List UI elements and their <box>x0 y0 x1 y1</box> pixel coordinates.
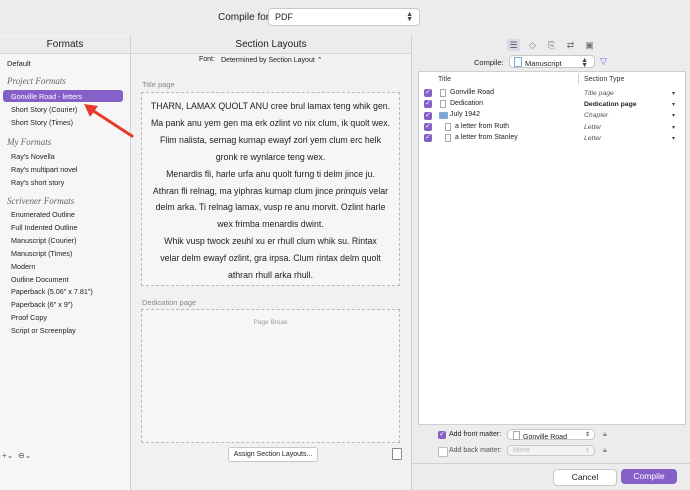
row-title[interactable]: July 1942 <box>450 111 480 118</box>
tag-tab-icon[interactable]: ◇ <box>526 39 539 51</box>
format-item[interactable]: Enumerated Outline <box>11 210 75 219</box>
format-item[interactable]: Modern <box>11 262 35 271</box>
page-icon <box>445 123 451 131</box>
lock-icon[interactable]: 🔒︎ <box>603 431 607 439</box>
format-item[interactable]: Ray's multipart novel <box>11 165 77 174</box>
page-icon <box>440 100 446 108</box>
chevron-down-icon[interactable]: ▾ <box>672 112 675 119</box>
title-page-label: Title page <box>142 80 175 89</box>
front-matter-checkbox[interactable]: ✓ <box>438 431 446 439</box>
chevron-down-icon[interactable]: ▾ <box>672 124 675 131</box>
include-checkbox[interactable]: ✓ <box>424 134 432 142</box>
manuscript-icon <box>514 57 522 67</box>
format-item[interactable]: Manuscript (Courier) <box>11 236 77 245</box>
back-matter-select[interactable]: None ⇕ <box>507 445 595 456</box>
compile-button[interactable]: Compile <box>621 469 677 484</box>
format-item[interactable]: Manuscript (Times) <box>11 249 72 258</box>
row-section-type[interactable]: Letter <box>584 135 601 142</box>
group-project-formats: Project Formats <box>7 76 66 86</box>
include-checkbox[interactable]: ✓ <box>424 112 432 120</box>
page-break-marker: Page Break <box>253 319 288 326</box>
front-matter-label: Add front matter: <box>449 431 502 438</box>
section-layouts-heading: Section Layouts <box>131 37 411 54</box>
col-section-type: Section Type <box>584 76 625 83</box>
title-page-text: THARN, LAMAX QUOLT ANU cree brul lamax t… <box>150 101 391 281</box>
include-checkbox[interactable]: ✓ <box>424 89 432 97</box>
footer-divider <box>412 463 690 464</box>
font-label: Font: <box>199 56 215 63</box>
back-matter-label: Add back matter: <box>449 447 502 454</box>
format-item[interactable]: Ray's Novella <box>11 152 55 161</box>
updown-chevron-icon: ⇕ <box>584 448 590 454</box>
format-item[interactable]: Short Story (Courier) <box>11 105 77 114</box>
row-title[interactable]: Gonville Road <box>450 89 494 96</box>
row-section-type[interactable]: Dedication page <box>584 101 637 108</box>
contents-tab-icon[interactable]: ☰ <box>507 39 520 51</box>
format-item[interactable]: Short Story (Times) <box>11 118 73 127</box>
filter-icon[interactable]: ▽ <box>600 56 607 67</box>
include-checkbox[interactable]: ✓ <box>424 123 432 131</box>
compile-for-label: Compile for: <box>218 12 272 23</box>
document-icon[interactable] <box>392 448 402 460</box>
format-item[interactable]: Ray's short story <box>11 178 64 187</box>
chevron-down-icon[interactable]: ▾ <box>672 90 675 97</box>
compile-label: Compile: <box>474 58 504 67</box>
front-matter-select[interactable]: Gonville Road ⇕ <box>507 429 595 441</box>
formats-heading: Formats <box>0 37 130 54</box>
more-options-icon[interactable]: ⊖⌄ <box>18 451 31 460</box>
group-scrivener-formats: Scrivener Formats <box>7 196 75 206</box>
dedication-page-label: Dedication page <box>142 298 197 307</box>
metadata-tab-icon[interactable]: ⎘ <box>545 39 558 51</box>
compile-group-select[interactable]: Manuscript ▲ ▼ <box>509 55 595 69</box>
updown-chevron-icon: ⇕ <box>584 432 590 438</box>
format-item[interactable]: Proof Copy <box>11 313 47 322</box>
row-title[interactable]: a letter from Ruth <box>455 123 509 130</box>
format-default[interactable]: Default <box>7 59 31 68</box>
row-section-type[interactable]: Title page <box>584 90 614 97</box>
col-title: Title <box>438 76 451 83</box>
folder-icon <box>439 112 448 119</box>
annotation-arrow <box>84 104 134 138</box>
compile-for-value: PDF <box>275 12 293 22</box>
group-my-formats: My Formats <box>7 137 52 147</box>
dedication-page-preview[interactable] <box>141 309 400 443</box>
row-section-type[interactable]: Letter <box>584 124 601 131</box>
lock-icon[interactable]: 🔒︎ <box>603 447 607 455</box>
back-matter-checkbox[interactable] <box>438 447 448 457</box>
row-section-type[interactable]: Chapter <box>584 112 608 119</box>
assign-section-layouts-button[interactable]: Assign Section Layouts... <box>228 447 318 462</box>
cancel-button[interactable]: Cancel <box>553 469 617 486</box>
updown-chevron-icon: ▲ ▼ <box>406 11 413 23</box>
format-item[interactable]: Script or Screenplay <box>11 326 76 335</box>
updown-chevron-icon: ▲ ▼ <box>581 57 588 69</box>
image-tab-icon[interactable]: ▣ <box>583 39 596 51</box>
format-item[interactable]: Outline Document <box>11 275 69 284</box>
column-separator <box>578 74 579 84</box>
row-title[interactable]: Dedication <box>450 100 483 107</box>
add-format-icon[interactable]: +⌄ <box>2 451 13 460</box>
format-item[interactable]: Paperback (6" x 9") <box>11 300 73 309</box>
page-icon <box>513 431 520 440</box>
format-item[interactable]: Full Indented Outline <box>11 223 77 232</box>
row-title[interactable]: a letter from Stanley <box>455 134 518 141</box>
replacements-tab-icon[interactable]: ⇄ <box>564 39 577 51</box>
include-checkbox[interactable]: ✓ <box>424 100 432 108</box>
font-select[interactable]: Determined by Section Layout ⌃ <box>221 56 323 64</box>
page-icon <box>440 89 446 97</box>
page-icon <box>445 134 451 142</box>
chevron-down-icon[interactable]: ▾ <box>672 101 675 108</box>
compile-for-select[interactable]: PDF ▲ ▼ <box>268 8 420 26</box>
chevron-down-icon[interactable]: ▾ <box>672 135 675 142</box>
format-item[interactable]: Paperback (5.06" x 7.81") <box>11 287 93 296</box>
